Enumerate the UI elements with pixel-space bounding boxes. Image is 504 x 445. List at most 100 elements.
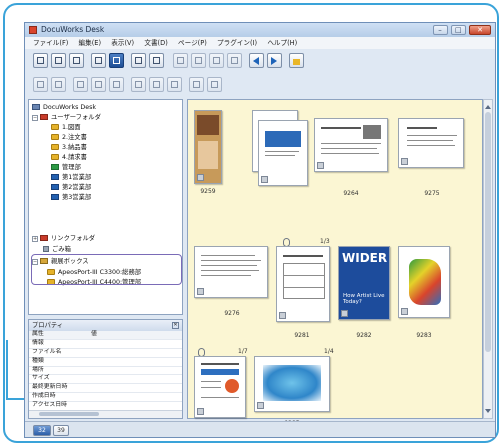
arrange-button[interactable] (191, 53, 206, 68)
menu-file[interactable]: ファイル(F) (33, 37, 68, 49)
link-folder-icon (40, 235, 48, 241)
print-button[interactable] (109, 77, 124, 92)
arrow-left-icon (253, 57, 260, 65)
new-document-button[interactable] (33, 77, 48, 92)
collapse-icon[interactable]: − (32, 115, 38, 121)
detail-view-button[interactable] (91, 53, 106, 68)
info-view-button[interactable] (109, 53, 124, 68)
document-bundle-17[interactable] (194, 356, 246, 418)
status-view-button[interactable]: 39 (53, 425, 69, 436)
magazine-subtitle: How Artist Live Today? (343, 293, 385, 305)
annotation-icon (193, 81, 200, 88)
tree-root[interactable]: DocuWorks Desk (32, 103, 96, 112)
property-row: サイズ (29, 375, 182, 385)
property-row: 情報 (29, 340, 182, 349)
status-view-button[interactable]: 32 (33, 425, 51, 436)
info-icon (113, 57, 120, 64)
document-type-icon (401, 308, 408, 315)
tree-item[interactable]: 第2営業部 (51, 183, 91, 192)
up-folder-button[interactable] (289, 53, 304, 68)
folder-up-icon (293, 59, 300, 65)
tree-item[interactable]: 管理部 (51, 163, 81, 172)
unstack-icon (231, 57, 238, 64)
scrollbar-thumb[interactable] (485, 112, 491, 352)
property-row: 場所 (29, 367, 182, 376)
document-9275[interactable] (398, 118, 464, 168)
document-9285[interactable] (254, 356, 330, 412)
tree-item[interactable]: 2.注文書 (51, 133, 87, 142)
desk-icon (32, 104, 40, 110)
rotate-icon (153, 81, 160, 88)
folder-icon (51, 184, 59, 190)
workspace-scrollbar[interactable] (483, 99, 493, 419)
tree-item[interactable]: 第1営業部 (51, 173, 91, 182)
close-button[interactable]: ✕ (469, 25, 491, 35)
tree-item[interactable]: 4.請求書 (51, 153, 87, 162)
rotate-button[interactable] (149, 77, 164, 92)
menu-help[interactable]: ヘルプ(H) (267, 37, 297, 49)
scroll-down-icon[interactable] (485, 409, 491, 416)
grid-view-button[interactable] (149, 53, 164, 68)
copy-button[interactable] (91, 77, 106, 92)
document-label: 9275 (424, 190, 440, 197)
folder-icon (51, 174, 59, 180)
scan-button[interactable] (167, 77, 182, 92)
menu-page[interactable]: ページ(P) (178, 37, 207, 49)
attach-button[interactable] (207, 77, 222, 92)
tree-item[interactable]: 3.納品書 (51, 143, 87, 152)
book-view-button[interactable] (131, 53, 146, 68)
minimize-button[interactable]: – (432, 25, 448, 35)
menu-document[interactable]: 文書(D) (144, 37, 167, 49)
mail-button[interactable] (131, 77, 146, 92)
property-row: ファイル名 (29, 349, 182, 358)
book-icon (135, 57, 142, 64)
sort-button[interactable] (173, 53, 188, 68)
magazine-title: WIDER (342, 251, 388, 265)
document-type-icon (401, 158, 408, 165)
document-9259[interactable] (194, 110, 222, 184)
forward-button[interactable] (267, 53, 282, 68)
mailbox-highlight (31, 254, 182, 285)
menu-view[interactable]: 表示(V) (111, 37, 134, 49)
scroll-up-icon[interactable] (485, 102, 491, 109)
stack-button[interactable] (209, 53, 224, 68)
sort-icon (177, 57, 184, 64)
tree-trash[interactable]: ごみ箱 (43, 245, 71, 254)
bind-icon (55, 81, 62, 88)
tree-link-folder[interactable]: + リンクフォルダ (32, 234, 95, 243)
document-9282[interactable]: WIDER How Artist Live Today? (338, 246, 390, 320)
expand-icon[interactable]: + (32, 236, 38, 242)
properties-scrollbar[interactable] (29, 410, 182, 418)
document-9281[interactable] (276, 246, 330, 322)
user-folder-icon (40, 114, 48, 120)
maximize-button[interactable]: □ (450, 25, 466, 35)
unbind-button[interactable] (73, 77, 88, 92)
app-window: DocuWorks Desk – □ ✕ ファイル(F) 編集(E) 表示(V)… (24, 22, 496, 438)
close-icon[interactable]: ✕ (172, 322, 179, 329)
window-title: DocuWorks Desk (41, 25, 105, 34)
tree-user-folder[interactable]: − ユーザーフォルダ (32, 113, 101, 122)
bind-button[interactable] (51, 77, 66, 92)
list-view-button[interactable] (33, 53, 48, 68)
callout-leader (6, 340, 8, 400)
annotation-button[interactable] (189, 77, 204, 92)
document-type-icon (279, 312, 286, 319)
thumbnail-view-button[interactable] (51, 53, 66, 68)
scrollbar-thumb[interactable] (39, 412, 99, 416)
unstack-button[interactable] (227, 53, 242, 68)
back-button[interactable] (249, 53, 264, 68)
document-label: 9259 (200, 188, 216, 195)
menu-edit[interactable]: 編集(E) (79, 37, 102, 49)
document-9276[interactable] (194, 246, 268, 298)
document-9261[interactable] (252, 110, 312, 194)
document-9264[interactable] (314, 118, 388, 172)
folder-icon (51, 194, 59, 200)
tree-item[interactable]: 1.図面 (51, 123, 81, 132)
document-type-icon (197, 174, 204, 181)
folder-icon (51, 144, 59, 150)
document-label: 9264 (343, 190, 359, 197)
page-view-button[interactable] (69, 53, 84, 68)
tree-item[interactable]: 第3営業部 (51, 193, 91, 202)
document-9283[interactable] (398, 246, 450, 318)
menu-plugin[interactable]: プラグイン(I) (217, 37, 257, 49)
